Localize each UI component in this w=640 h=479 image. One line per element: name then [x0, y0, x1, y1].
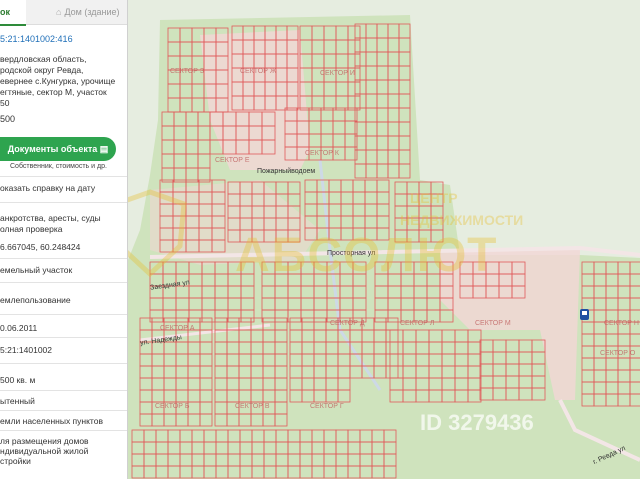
watermark-logo: АБСОЛЮТ [235, 229, 499, 282]
cadastral-quarter[interactable]: 5:21:1401002 [0, 345, 52, 355]
registration-date: 0.06.2011 [0, 323, 38, 333]
address-text: вердловская область, родской округ Ревда… [0, 54, 116, 108]
documents-button-label: Документы объекта [7, 144, 98, 154]
sector-label-i: СЕКТОР И [320, 70, 355, 77]
document-icon: ▤ [99, 144, 109, 154]
sector-label-n: СЕКТОР Н [604, 320, 639, 327]
sector-label-d: СЕКТОР Д [330, 320, 365, 327]
divider [0, 410, 127, 411]
tab-building-label: Дом (здание) [64, 7, 120, 17]
sector-label-m: СЕКТОР М [475, 320, 511, 327]
ownership-form: емлепользование [0, 295, 71, 305]
tab-parcel[interactable]: ок [0, 0, 26, 26]
sector-label-zh: СЕКТОР Ж [240, 68, 277, 75]
divider [0, 363, 127, 364]
coordinates[interactable]: 6.667045, 60.248424 [0, 242, 80, 252]
divider [0, 258, 127, 259]
documents-subtext: Собственник, стоимость и др. [10, 163, 107, 170]
sector-label-l: СЕКТОР Л [400, 320, 435, 327]
watermark-line1: ЦЕНТР [410, 190, 458, 206]
land-category: емли населенных пунктов [0, 416, 103, 426]
area-value: 500 [0, 114, 16, 124]
watermark-id: ID 3279436 [420, 410, 534, 435]
divider [0, 314, 127, 315]
area-full: 500 кв. м [0, 375, 36, 385]
selected-parcel-marker[interactable] [580, 309, 589, 320]
sector-label-a: СЕКТОР А [160, 325, 195, 332]
status: ытенный [0, 396, 35, 406]
divider [0, 390, 127, 391]
divider [0, 282, 127, 283]
watermark-line2: НЕДВИЖИМОСТИ [400, 212, 524, 228]
checks-text: анкротства, аресты, суды [0, 213, 101, 223]
sector-label-e: СЕКТОР Е [215, 157, 250, 164]
certificate-link[interactable]: оказать справку на дату [0, 183, 95, 193]
object-type: емельный участок [0, 265, 73, 275]
documents-button[interactable]: Документы объекта ▤ [0, 137, 116, 161]
tab-building[interactable]: ⌂ Дом (здание) [26, 0, 127, 24]
sector-label-b: СЕКТОР Б [155, 403, 190, 410]
divider [0, 430, 127, 431]
sector-label-k: СЕКТОР К [305, 150, 339, 157]
house-icon: ⌂ [56, 7, 62, 17]
fire-pond-label: Пожарныйводоем [257, 168, 316, 175]
sector-label-c: СЕКТОР В [235, 403, 270, 410]
permitted-use: ля размещения домов ндивидуальной жилой … [0, 436, 89, 466]
sector-label-z: СЕКТОР З [170, 68, 205, 75]
cadastral-number[interactable]: 5:21:1401002:416 [0, 34, 73, 44]
sector-label-g: СЕКТОР Г [310, 403, 344, 410]
full-check-link[interactable]: олная проверка [0, 224, 62, 234]
object-info-panel: ок ⌂ Дом (здание) 5:21:1401002:416 вердло… [0, 0, 128, 479]
divider [0, 337, 127, 338]
divider [0, 176, 127, 177]
divider [0, 202, 127, 203]
sector-label-o: СЕКТОР О [600, 350, 636, 357]
